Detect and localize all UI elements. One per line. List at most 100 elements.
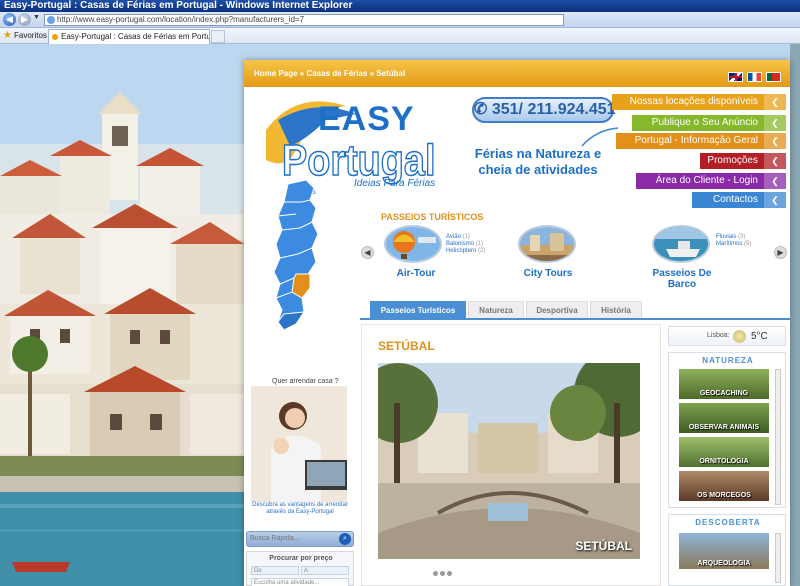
tour-sub-air-0[interactable]: Avião (1)	[446, 234, 470, 241]
menu-informacao-geral[interactable]: Portugal - Informação Geral ❮	[616, 133, 786, 149]
weather-widget: Lisboa: 5°C	[668, 326, 786, 346]
rent-title[interactable]: Quer arrendar casa ?	[272, 378, 339, 385]
weather-temperature: 5°C	[751, 331, 768, 342]
rent-caption[interactable]: Descubra as vantagens de arrendar atravé…	[252, 502, 348, 516]
tour-sub-air-1[interactable]: Balonismo (1)	[446, 241, 483, 248]
price-from-input[interactable]: De	[251, 566, 299, 575]
menu-publique-anuncio-label: Publique o Seu Anúncio	[651, 117, 758, 128]
window-title-bar: Easy-Portugal : Casas de Férias em Portu…	[0, 0, 800, 12]
phone-badge[interactable]: ✆ 351/ 211.924.451	[472, 97, 616, 123]
logo-tagline: Ideias Para Férias	[354, 178, 436, 189]
menu-nossas-locacoes[interactable]: Nossas locações disponíveis ❮	[612, 94, 786, 110]
main-content: SETÚBAL SETÚBAL	[361, 324, 661, 586]
descoberta-item-arqueologia[interactable]: ARQUEOLOGIA	[679, 533, 769, 569]
menu-promocoes[interactable]: Promoções ❮	[700, 153, 786, 169]
slide-dot-1[interactable]	[433, 571, 438, 576]
menu-promocoes-label: Promoções	[707, 155, 758, 166]
tab-natureza[interactable]: Natureza	[468, 301, 524, 319]
chevron-left-icon: ❮	[764, 94, 786, 110]
chevron-left-icon: ❮	[764, 115, 786, 131]
descoberta-scrollbar[interactable]	[775, 533, 781, 583]
back-arrow-icon[interactable]: ◀	[3, 13, 16, 26]
chevron-left-icon: ❮	[764, 192, 786, 208]
menu-informacao-geral-label: Portugal - Informação Geral	[634, 135, 758, 146]
slogan: Férias na Natureza e cheia de atividades	[474, 146, 602, 177]
tabs-underline	[360, 318, 790, 320]
header-bar: Home Page » Casas de Férias » Setúbal	[244, 60, 790, 87]
address-bar: ◀ ▶ ▼ http://www.easy-portugal.com/locat…	[0, 12, 800, 28]
tab-passeios-turisticos[interactable]: Passeios Turísticos	[370, 301, 466, 319]
rent-photo[interactable]	[251, 386, 347, 502]
uk-flag-icon[interactable]	[728, 72, 743, 82]
portugal-flag-icon[interactable]	[766, 72, 781, 82]
tab-favicon-icon	[52, 34, 58, 40]
chevron-left-icon: ❮	[764, 173, 786, 189]
city-photo[interactable]: SETÚBAL	[378, 363, 640, 559]
boat-tours-thumbnail[interactable]	[652, 225, 710, 263]
activity-select[interactable]: Escolha uma atividade...	[251, 578, 349, 586]
city-tours-thumbnail[interactable]	[518, 225, 576, 263]
menu-area-cliente-label: Área do Cliente - Login	[655, 175, 758, 186]
logo-text-easy: EASY	[318, 100, 415, 138]
menu-contactos[interactable]: Contactos ❮	[692, 192, 786, 208]
chevron-left-icon: ❮	[764, 153, 786, 169]
france-flag-icon[interactable]	[747, 72, 762, 82]
tours-title: PASSEIOS TURÍSTICOS	[381, 212, 484, 222]
new-tab-button[interactable]	[211, 30, 225, 43]
price-search-box: Procurar por preço De A Escolha uma ativ…	[246, 551, 354, 586]
web-page: Home Page » Casas de Férias » Setúbal EA…	[244, 60, 790, 586]
city-photo-label: SETÚBAL	[575, 539, 632, 553]
browser-tab[interactable]: Easy-Portugal : Casas de Férias em Portu…	[48, 29, 210, 44]
carousel-next-button[interactable]: ▶	[774, 246, 787, 259]
natureza-title: NATUREZA	[702, 356, 754, 365]
natureza-item-geocaching[interactable]: GEOCACHING	[679, 369, 769, 399]
districts-map[interactable]	[258, 178, 338, 338]
tab-historia[interactable]: História	[590, 301, 642, 319]
favorites-star-icon[interactable]: ★	[3, 28, 12, 44]
carousel-prev-button[interactable]: ◀	[361, 246, 374, 259]
price-search-title: Procurar por preço	[269, 555, 333, 562]
menu-publique-anuncio[interactable]: Publique o Seu Anúncio ❮	[632, 115, 786, 131]
favorites-button[interactable]: Favoritos	[14, 28, 47, 44]
menu-nossas-locacoes-label: Nossas locações disponíveis	[629, 96, 758, 107]
moon-weather-icon	[733, 330, 746, 343]
connector-line-icon	[581, 127, 619, 147]
natureza-scrollbar[interactable]	[775, 369, 781, 505]
tour-label-city-tours[interactable]: City Tours	[508, 268, 588, 279]
menu-area-cliente[interactable]: Área do Cliente - Login ❮	[636, 173, 786, 189]
natureza-item-ornitologia[interactable]: ORNITOLOGIA	[679, 437, 769, 467]
tab-desportiva[interactable]: Desportiva	[526, 301, 588, 319]
menu-contactos-label: Contactos	[712, 194, 758, 205]
tour-sub-boat-0[interactable]: Fluviais (3)	[716, 234, 745, 241]
window-title: Easy-Portugal : Casas de Férias em Portu…	[4, 0, 353, 11]
forward-arrow-icon[interactable]: ▶	[18, 13, 31, 26]
tab-title: Easy-Portugal : Casas de Férias em Portu…	[61, 32, 210, 41]
tour-sub-boat-1[interactable]: Marítimos (5)	[716, 241, 751, 248]
quick-search-input[interactable]	[250, 533, 336, 545]
price-to-input[interactable]: A	[301, 566, 349, 575]
tour-label-air-tour[interactable]: Air-Tour	[376, 268, 456, 279]
city-title: SETÚBAL	[378, 339, 435, 353]
descoberta-title: DESCOBERTA	[695, 518, 761, 527]
tour-label-boat-tours[interactable]: Passeios De Barco	[642, 268, 722, 290]
natureza-item-observar-animais[interactable]: OBSERVAR ANIMAIS	[679, 403, 769, 433]
breadcrumb[interactable]: Home Page » Casas de Férias » Setúbal	[254, 69, 405, 78]
history-dropdown-icon[interactable]: ▼	[33, 14, 40, 21]
tour-sub-air-2[interactable]: Helicóptero (2)	[446, 248, 485, 255]
natureza-item-os-morcegos[interactable]: OS MORCEGOS	[679, 471, 769, 501]
favorites-bar: ★ Favoritos Easy-Portugal : Casas de Fér…	[0, 28, 800, 44]
natureza-panel: NATUREZA GEOCACHING OBSERVAR ANIMAIS ORN…	[668, 352, 786, 508]
search-icon[interactable]: ⌕	[339, 533, 351, 545]
slide-dot-2[interactable]	[440, 571, 445, 576]
phone-icon: ✆	[474, 101, 492, 118]
slide-dot-3[interactable]	[447, 571, 452, 576]
url-field[interactable]: http://www.easy-portugal.com/location/in…	[44, 14, 564, 26]
phone-number: 351/ 211.924.451	[491, 101, 616, 118]
page-icon	[47, 16, 55, 24]
descoberta-panel: DESCOBERTA ARQUEOLOGIA	[668, 514, 786, 586]
chevron-left-icon: ❮	[764, 133, 786, 149]
air-tour-thumbnail[interactable]	[384, 225, 442, 263]
url-text: http://www.easy-portugal.com/location/in…	[57, 15, 305, 24]
quick-search-box: ⌕	[246, 531, 354, 547]
weather-city: Lisboa:	[707, 332, 730, 339]
